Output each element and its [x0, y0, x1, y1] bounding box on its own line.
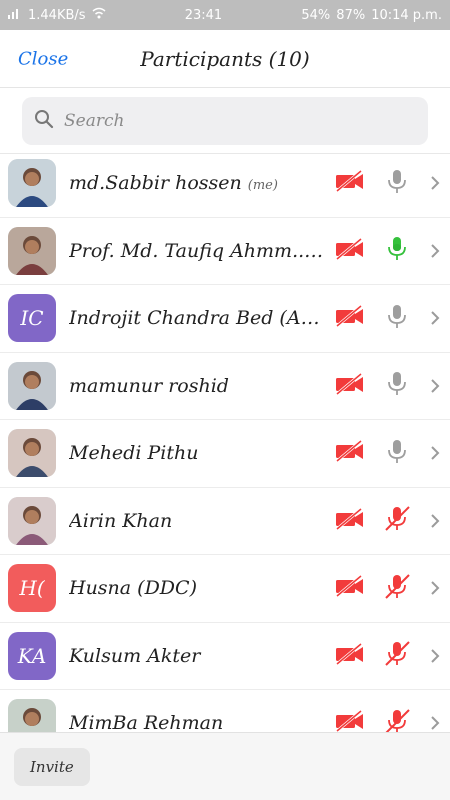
search-icon — [34, 109, 54, 133]
participant-status-icons — [334, 303, 442, 334]
avatar: IC — [8, 294, 56, 343]
microphone-icon — [384, 438, 410, 469]
participant-name-wrap: Indrojit Chandra Bed (AG... — [69, 307, 324, 329]
avatar-initials: H( — [19, 576, 45, 601]
page-title: Participants (10) — [140, 46, 310, 71]
search-input[interactable]: Search — [22, 97, 428, 145]
avatar — [8, 226, 56, 275]
video-off-icon — [334, 372, 366, 400]
participant-name: Kulsum Akter — [69, 644, 201, 667]
mic-muted-icon — [384, 640, 410, 671]
chevron-right-icon[interactable] — [428, 513, 442, 529]
participant-row[interactable]: md.Sabbir hossen (me) — [0, 150, 450, 218]
participant-name-wrap: Prof. Md. Taufiq Ahmm...(Host) — [69, 240, 324, 262]
participant-list: md.Sabbir hossen (me) Prof. Md. Taufiq Ah… — [0, 150, 450, 732]
participant-name-wrap: Kulsum Akter — [69, 645, 324, 667]
mic-muted-icon — [384, 573, 410, 604]
participant-role-tag: (me) — [247, 178, 278, 194]
microphone-icon — [384, 370, 410, 401]
participant-row[interactable]: H( Husna (DDC) — [0, 555, 450, 623]
participant-name: Husna (DDC) — [69, 577, 197, 600]
participant-name: Prof. Md. Taufiq Ahmm... — [69, 239, 311, 262]
video-off-icon — [334, 169, 366, 197]
participant-row[interactable]: KA Kulsum Akter — [0, 623, 450, 690]
participant-status-icons — [334, 438, 442, 469]
participant-name-wrap: Mehedi Pithu — [69, 442, 324, 464]
wifi-icon — [92, 7, 106, 23]
participant-status-icons — [334, 235, 442, 266]
clock: 10:14 p.m. — [371, 7, 442, 23]
participant-row[interactable]: Prof. Md. Taufiq Ahmm...(Host) — [0, 218, 450, 285]
video-off-icon — [334, 237, 366, 265]
participant-name-wrap: Airin Khan — [69, 510, 324, 532]
participant-row[interactable]: mamunur roshid — [0, 353, 450, 420]
avatar — [8, 699, 56, 732]
status-time-center: 23:41 — [184, 7, 223, 23]
bottom-bar: Invite — [0, 732, 450, 800]
microphone-icon — [384, 168, 410, 199]
chevron-right-icon[interactable] — [428, 243, 442, 259]
avatar-initials: IC — [20, 306, 44, 331]
avatar — [8, 429, 56, 478]
participant-row[interactable]: Mehedi Pithu — [0, 420, 450, 488]
mic-muted-icon — [384, 708, 410, 732]
chevron-right-icon[interactable] — [428, 648, 442, 664]
chevron-right-icon[interactable] — [428, 175, 442, 191]
participant-name: mamunur roshid — [69, 374, 229, 397]
participant-name-wrap: MimBa Rehman — [69, 712, 324, 732]
battery-level-2: 87% — [336, 7, 366, 23]
signal-icon — [8, 7, 22, 23]
chevron-right-icon[interactable] — [428, 580, 442, 596]
video-off-icon — [334, 642, 366, 670]
video-off-icon — [334, 304, 366, 332]
network-speed: 1.44KB/s — [28, 7, 86, 23]
microphone-icon — [384, 303, 410, 334]
chevron-right-icon[interactable] — [428, 378, 442, 394]
video-off-icon — [334, 507, 366, 535]
chevron-right-icon[interactable] — [428, 445, 442, 461]
chevron-right-icon[interactable] — [428, 715, 442, 731]
participant-row[interactable]: Airin Khan — [0, 488, 450, 555]
participant-row[interactable]: IC Indrojit Chandra Bed (AG... — [0, 285, 450, 353]
video-off-icon — [334, 574, 366, 602]
participant-status-icons — [334, 505, 442, 536]
participant-status-icons — [334, 573, 442, 604]
avatar-initials: KA — [17, 643, 47, 668]
avatar — [8, 361, 56, 410]
battery-level: 54% — [301, 7, 331, 23]
avatar — [8, 159, 56, 208]
microphone-icon — [384, 235, 410, 266]
search-container: Search — [0, 88, 450, 154]
video-off-icon — [334, 439, 366, 467]
chevron-right-icon[interactable] — [428, 310, 442, 326]
status-bar: 1.44KB/s 23:41 54% 87% 10:14 p.m. — [0, 0, 450, 30]
avatar: H( — [8, 564, 56, 613]
participant-name: Airin Khan — [69, 509, 173, 532]
participants-header: Close Participants (10) — [0, 30, 450, 88]
close-button[interactable]: Close — [18, 48, 68, 69]
participant-name: md.Sabbir hossen — [69, 172, 242, 195]
participant-status-icons — [334, 708, 442, 732]
participant-name: Mehedi Pithu — [69, 442, 199, 465]
participant-name-wrap: mamunur roshid — [69, 375, 324, 397]
participant-name-wrap: Husna (DDC) — [69, 577, 324, 599]
avatar: KA — [8, 631, 56, 680]
participant-row[interactable]: MimBa Rehman — [0, 690, 450, 732]
participant-status-icons — [334, 370, 442, 401]
avatar — [8, 496, 56, 545]
participant-status-icons — [334, 640, 442, 671]
participant-name-wrap: md.Sabbir hossen (me) — [69, 172, 324, 194]
video-off-icon — [334, 709, 366, 732]
search-placeholder: Search — [64, 111, 125, 131]
mic-muted-icon — [384, 505, 410, 536]
participant-name: MimBa Rehman — [69, 712, 224, 732]
participant-name: Indrojit Chandra Bed (AG... — [69, 307, 324, 330]
invite-button[interactable]: Invite — [14, 747, 90, 786]
participant-status-icons — [334, 168, 442, 199]
